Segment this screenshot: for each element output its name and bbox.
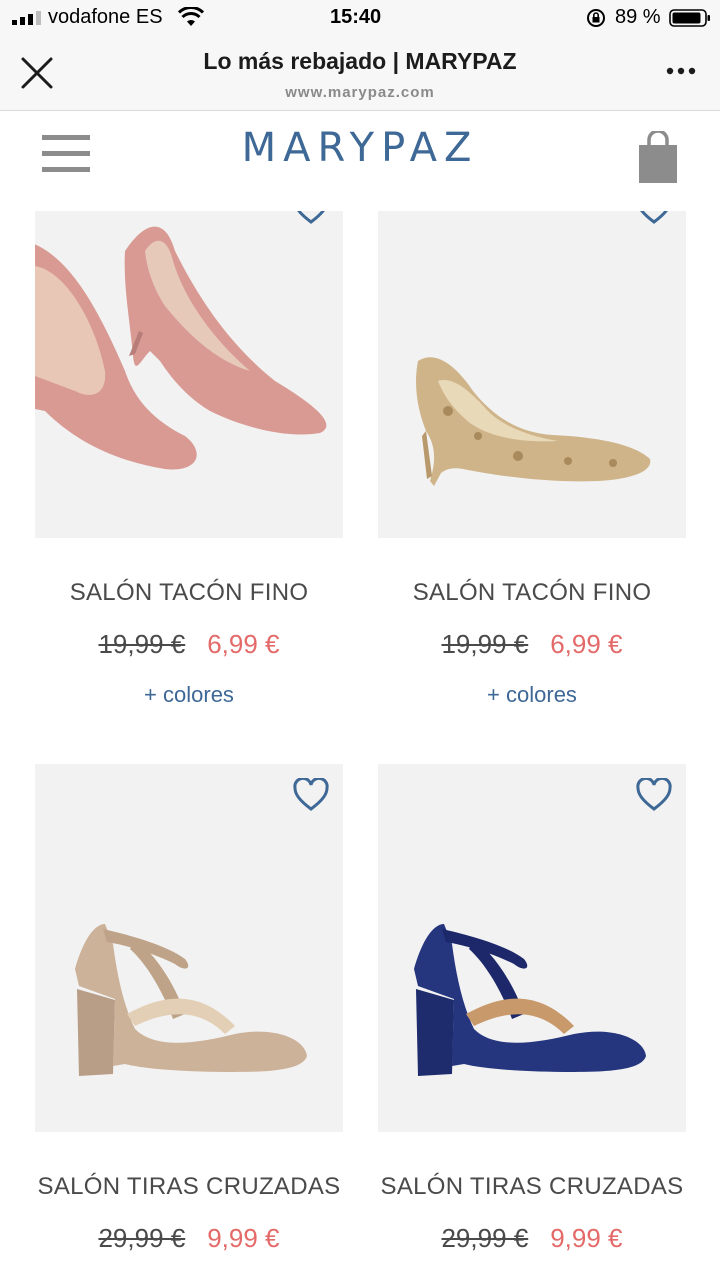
shopping-bag-icon[interactable] <box>638 131 678 183</box>
product-name[interactable]: SALÓN TIRAS CRUZADAS <box>378 1173 686 1201</box>
more-options-icon[interactable] <box>666 66 696 76</box>
sale-price: 9,99 € <box>550 1223 623 1253</box>
sale-price: 9,99 € <box>207 1223 280 1253</box>
clock: 15:40 <box>330 6 382 28</box>
original-price: 29,99 € <box>441 1223 529 1253</box>
product-card[interactable]: SALÓN TIRAS CRUZADAS 29,99 € 9,99 € <box>378 764 686 1280</box>
signal-strength-icon <box>12 11 41 25</box>
pink-pump-image <box>35 226 327 470</box>
product-name[interactable]: SALÓN TACÓN FINO <box>378 579 686 607</box>
more-colors-link[interactable]: + colores <box>378 682 686 708</box>
gold-snake-pump-image <box>415 357 651 486</box>
battery-icon <box>669 9 710 27</box>
product-prices: 19,99 € 6,99 € <box>378 629 686 660</box>
product-card[interactable]: SALÓN TIRAS CRUZADAS 29,99 € 9,99 € <box>35 764 343 1280</box>
orientation-lock-icon <box>587 9 605 27</box>
carrier-name: vodafone ES <box>48 6 163 28</box>
product-name[interactable]: SALÓN TACÓN FINO <box>35 579 343 607</box>
product-card[interactable]: SALÓN TACÓN FINO 19,99 € 6,99 € + colores <box>378 211 686 751</box>
hamburger-menu-icon[interactable] <box>42 135 90 173</box>
sale-price: 6,99 € <box>207 629 280 659</box>
status-bar: vodafone ES 15:40 89 % <box>0 0 720 36</box>
product-prices: 19,99 € 6,99 € <box>35 629 343 660</box>
more-colors-link[interactable]: + colores <box>35 682 343 708</box>
close-icon[interactable] <box>20 56 54 90</box>
product-image[interactable] <box>378 211 686 538</box>
navy-cross-strap-heel-image <box>414 924 646 1076</box>
page-title: Lo más rebajado | MARYPAZ <box>203 48 517 74</box>
original-price: 19,99 € <box>98 629 186 659</box>
product-prices: 29,99 € 9,99 € <box>378 1223 686 1254</box>
sale-price: 6,99 € <box>550 629 623 659</box>
product-card[interactable]: SALÓN TACÓN FINO 19,99 € 6,99 € + colores <box>35 211 343 751</box>
site-header: MARYPAZ <box>0 111 720 211</box>
page-url: www.marypaz.com <box>285 84 435 101</box>
product-image[interactable] <box>378 764 686 1132</box>
wifi-icon <box>178 7 204 26</box>
product-image[interactable] <box>35 764 343 1132</box>
product-grid: SALÓN TACÓN FINO 19,99 € 6,99 € + colores… <box>0 211 720 1280</box>
battery-percentage: 89 % <box>615 6 661 28</box>
product-image[interactable] <box>35 211 343 538</box>
beige-cross-strap-heel-image <box>75 924 307 1076</box>
product-prices: 29,99 € 9,99 € <box>35 1223 343 1254</box>
site-logo[interactable]: MARYPAZ <box>200 125 520 171</box>
product-name[interactable]: SALÓN TIRAS CRUZADAS <box>35 1173 343 1201</box>
original-price: 19,99 € <box>441 629 529 659</box>
browser-header: Lo más rebajado | MARYPAZ www.marypaz.co… <box>0 36 720 111</box>
original-price: 29,99 € <box>98 1223 186 1253</box>
